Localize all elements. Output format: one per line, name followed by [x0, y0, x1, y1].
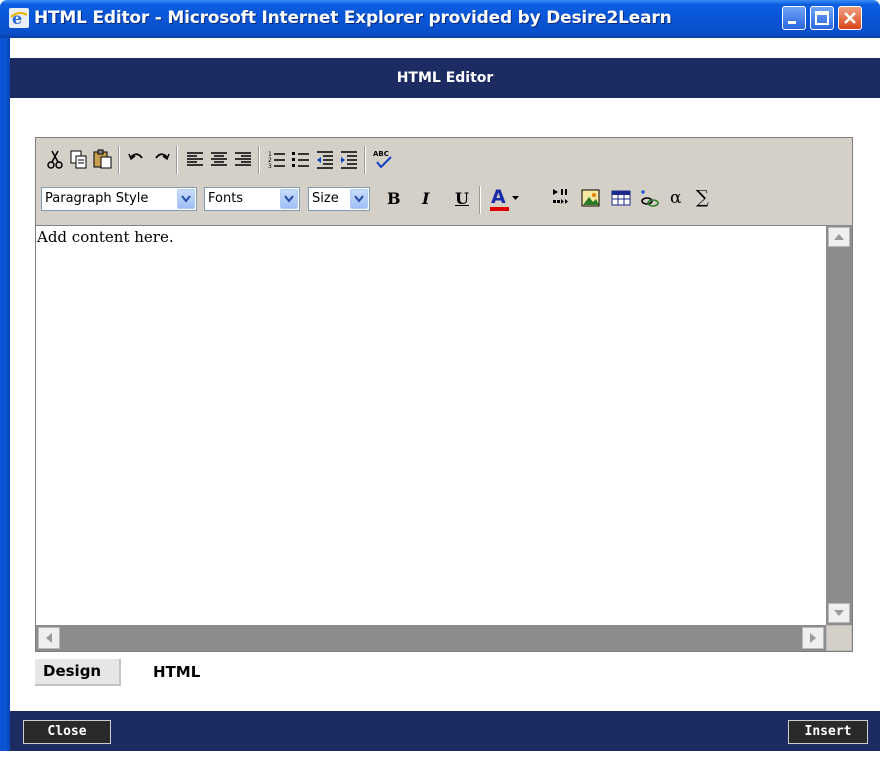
window-frame-left [0, 38, 7, 759]
minimize-icon [788, 21, 796, 24]
align-right-icon [235, 152, 251, 166]
alpha-button[interactable]: α [670, 188, 681, 208]
arrow-down-icon [834, 610, 844, 616]
numbered-list-button[interactable]: 123 [266, 148, 288, 170]
window-titlebar: e HTML Editor - Microsoft Internet Explo… [0, 0, 880, 38]
scroll-right-button[interactable] [802, 627, 824, 649]
align-center-button[interactable] [208, 148, 230, 170]
dropdown-arrow-icon [512, 196, 519, 200]
indent-icon [341, 151, 357, 169]
underline-button[interactable]: U [455, 189, 469, 208]
tab-html[interactable]: HTML [153, 663, 200, 681]
redo-icon [155, 153, 170, 161]
numbered-list-icon: 123 [268, 151, 285, 170]
editor-content-area[interactable]: Add content here. [36, 225, 826, 625]
close-window-button[interactable] [838, 6, 862, 30]
minimize-button[interactable] [782, 6, 806, 30]
close-button[interactable]: Close [23, 720, 111, 744]
scrollbar-corner [826, 625, 852, 651]
scroll-up-button[interactable] [828, 227, 850, 247]
font-color-letter: A [491, 186, 506, 208]
chevron-down-icon [350, 189, 368, 209]
image-icon [581, 189, 600, 207]
svg-text:e: e [12, 9, 22, 28]
font-color-swatch [490, 207, 509, 211]
toolbar-row-1: 123 ABC [36, 142, 852, 176]
window-title: HTML Editor - Microsoft Internet Explore… [34, 8, 672, 28]
svg-text:3: 3 [268, 163, 272, 170]
maximize-icon [815, 11, 829, 25]
indent-button[interactable] [338, 148, 360, 170]
align-left-icon [187, 152, 203, 166]
toolbar-separator [118, 146, 120, 174]
editor-toolbar: 123 ABC Paragraph Style Fonts Size B I U… [36, 138, 852, 224]
italic-button[interactable]: I [422, 189, 429, 208]
cut-button[interactable] [44, 148, 66, 170]
arrow-up-icon [834, 234, 844, 240]
toolbar-separator [176, 146, 178, 174]
chevron-down-icon [280, 189, 298, 209]
redo-button[interactable] [150, 148, 172, 170]
close-icon [844, 12, 856, 24]
paste-button[interactable] [92, 148, 114, 170]
ie-icon: e [9, 8, 29, 28]
tab-design[interactable]: Design [35, 659, 121, 686]
align-right-button[interactable] [232, 148, 254, 170]
media-button[interactable] [550, 187, 572, 209]
table-button[interactable] [610, 187, 632, 209]
media-icon [553, 189, 568, 204]
link-button[interactable] [638, 187, 660, 209]
link-icon [641, 190, 659, 207]
toolbar-separator [479, 186, 481, 214]
size-value: Size [312, 191, 339, 206]
undo-icon [128, 153, 143, 161]
scroll-down-button[interactable] [828, 603, 850, 623]
bullet-list-button[interactable] [290, 148, 312, 170]
image-button[interactable] [580, 187, 602, 209]
copy-icon [70, 150, 87, 169]
svg-text:ABC: ABC [373, 150, 389, 158]
align-center-icon [211, 152, 227, 166]
arrow-right-icon [810, 633, 816, 643]
page-title: HTML Editor [396, 70, 494, 86]
bottom-spacer [0, 751, 880, 759]
horizontal-scrollbar[interactable] [36, 625, 826, 651]
fonts-value: Fonts [208, 191, 244, 206]
outdent-button[interactable] [314, 148, 336, 170]
spellcheck-button[interactable]: ABC [372, 148, 394, 170]
toolbar-separator [364, 146, 366, 174]
header-band: HTML Editor [10, 58, 880, 98]
paragraph-style-value: Paragraph Style [45, 191, 149, 206]
window-frame-left-inner [7, 38, 10, 759]
toolbar-row-2: Paragraph Style Fonts Size B I U A α ∑ [36, 182, 852, 216]
copy-button[interactable] [68, 148, 90, 170]
size-select[interactable]: Size [308, 187, 370, 211]
align-left-button[interactable] [184, 148, 206, 170]
toolbar-separator [258, 146, 260, 174]
arrow-left-icon [46, 633, 52, 643]
paste-icon [93, 149, 112, 169]
bullet-list-icon [292, 152, 309, 167]
fonts-select[interactable]: Fonts [204, 187, 300, 211]
footer-band [10, 711, 880, 751]
top-spacer [10, 38, 880, 58]
editor-content-text[interactable]: Add content here. [37, 228, 174, 246]
insert-button[interactable]: Insert [788, 720, 868, 744]
chevron-down-icon [177, 189, 195, 209]
outdent-icon [317, 151, 333, 169]
font-color-button[interactable]: A [488, 186, 522, 212]
cut-icon [47, 150, 63, 169]
vertical-scrollbar[interactable] [826, 225, 852, 625]
sigma-button[interactable]: ∑ [696, 187, 709, 208]
paragraph-style-select[interactable]: Paragraph Style [41, 187, 197, 211]
table-icon [611, 190, 631, 206]
bold-button[interactable]: B [387, 189, 401, 208]
maximize-button[interactable] [810, 6, 834, 30]
undo-button[interactable] [126, 148, 148, 170]
scroll-left-button[interactable] [38, 627, 60, 649]
spellcheck-icon: ABC [373, 150, 392, 169]
